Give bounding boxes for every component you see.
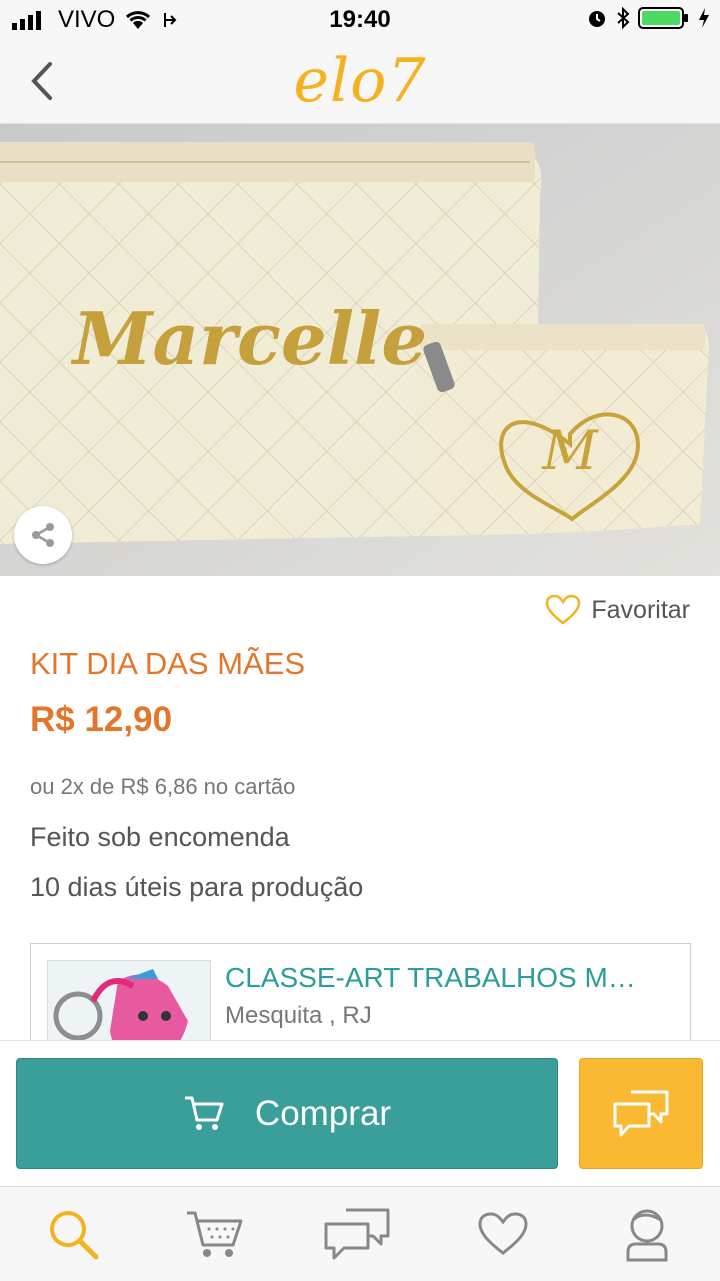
installments-text: ou 2x de R$ 6,86 no cartão [30,774,296,799]
chat-button[interactable] [579,1058,703,1169]
buy-button[interactable]: Comprar [16,1058,558,1169]
product-title: KIT DIA DAS MÃES [30,646,306,681]
battery-icon [638,7,688,29]
made-to-order-text: Feito sob encomenda [30,822,290,852]
status-bar: VIVO 19:40 [0,0,720,40]
messages-icon [324,1208,390,1260]
charging-icon [699,8,709,28]
tab-search[interactable] [38,1203,108,1265]
favorite-button[interactable]: Favoritar [545,594,690,626]
store-name[interactable]: CLASSE-ART TRABALHOS M… [225,962,670,994]
cart-icon [187,1211,243,1257]
bluetooth-icon [617,6,630,30]
product-photo: M Marcelle [0,124,720,576]
tab-favorites[interactable] [468,1203,538,1265]
product-image[interactable]: M Marcelle [0,124,720,576]
cart-icon [184,1096,224,1130]
elo7-logo[interactable]: elo7 [0,46,720,116]
profile-icon [626,1209,668,1262]
product-price: R$ 12,90 [30,700,173,739]
heart-outline-icon [546,594,581,625]
buy-label: Comprar [254,1093,392,1133]
tab-profile[interactable] [612,1203,682,1265]
status-right [586,6,710,30]
tab-cart[interactable] [180,1203,250,1265]
alarm-icon [589,11,605,27]
tab-messages[interactable] [322,1203,392,1265]
tab-bar [0,1186,720,1281]
image-initial-text: M [541,419,599,482]
share-button[interactable] [14,506,72,564]
store-card[interactable]: CLASSE-ART TRABALHOS M… Mesquita , RJ [30,943,691,1054]
favorite-label: Favoritar [591,595,690,624]
top-nav: elo7 [0,40,720,124]
heart-icon [478,1212,528,1255]
image-name-text: Marcelle [70,296,427,381]
share-icon [32,523,54,547]
store-location: Mesquita , RJ [225,1002,372,1029]
search-icon [50,1211,99,1260]
chat-bubbles-icon [613,1090,669,1136]
production-time-text: 10 dias úteis para produção [30,872,364,902]
